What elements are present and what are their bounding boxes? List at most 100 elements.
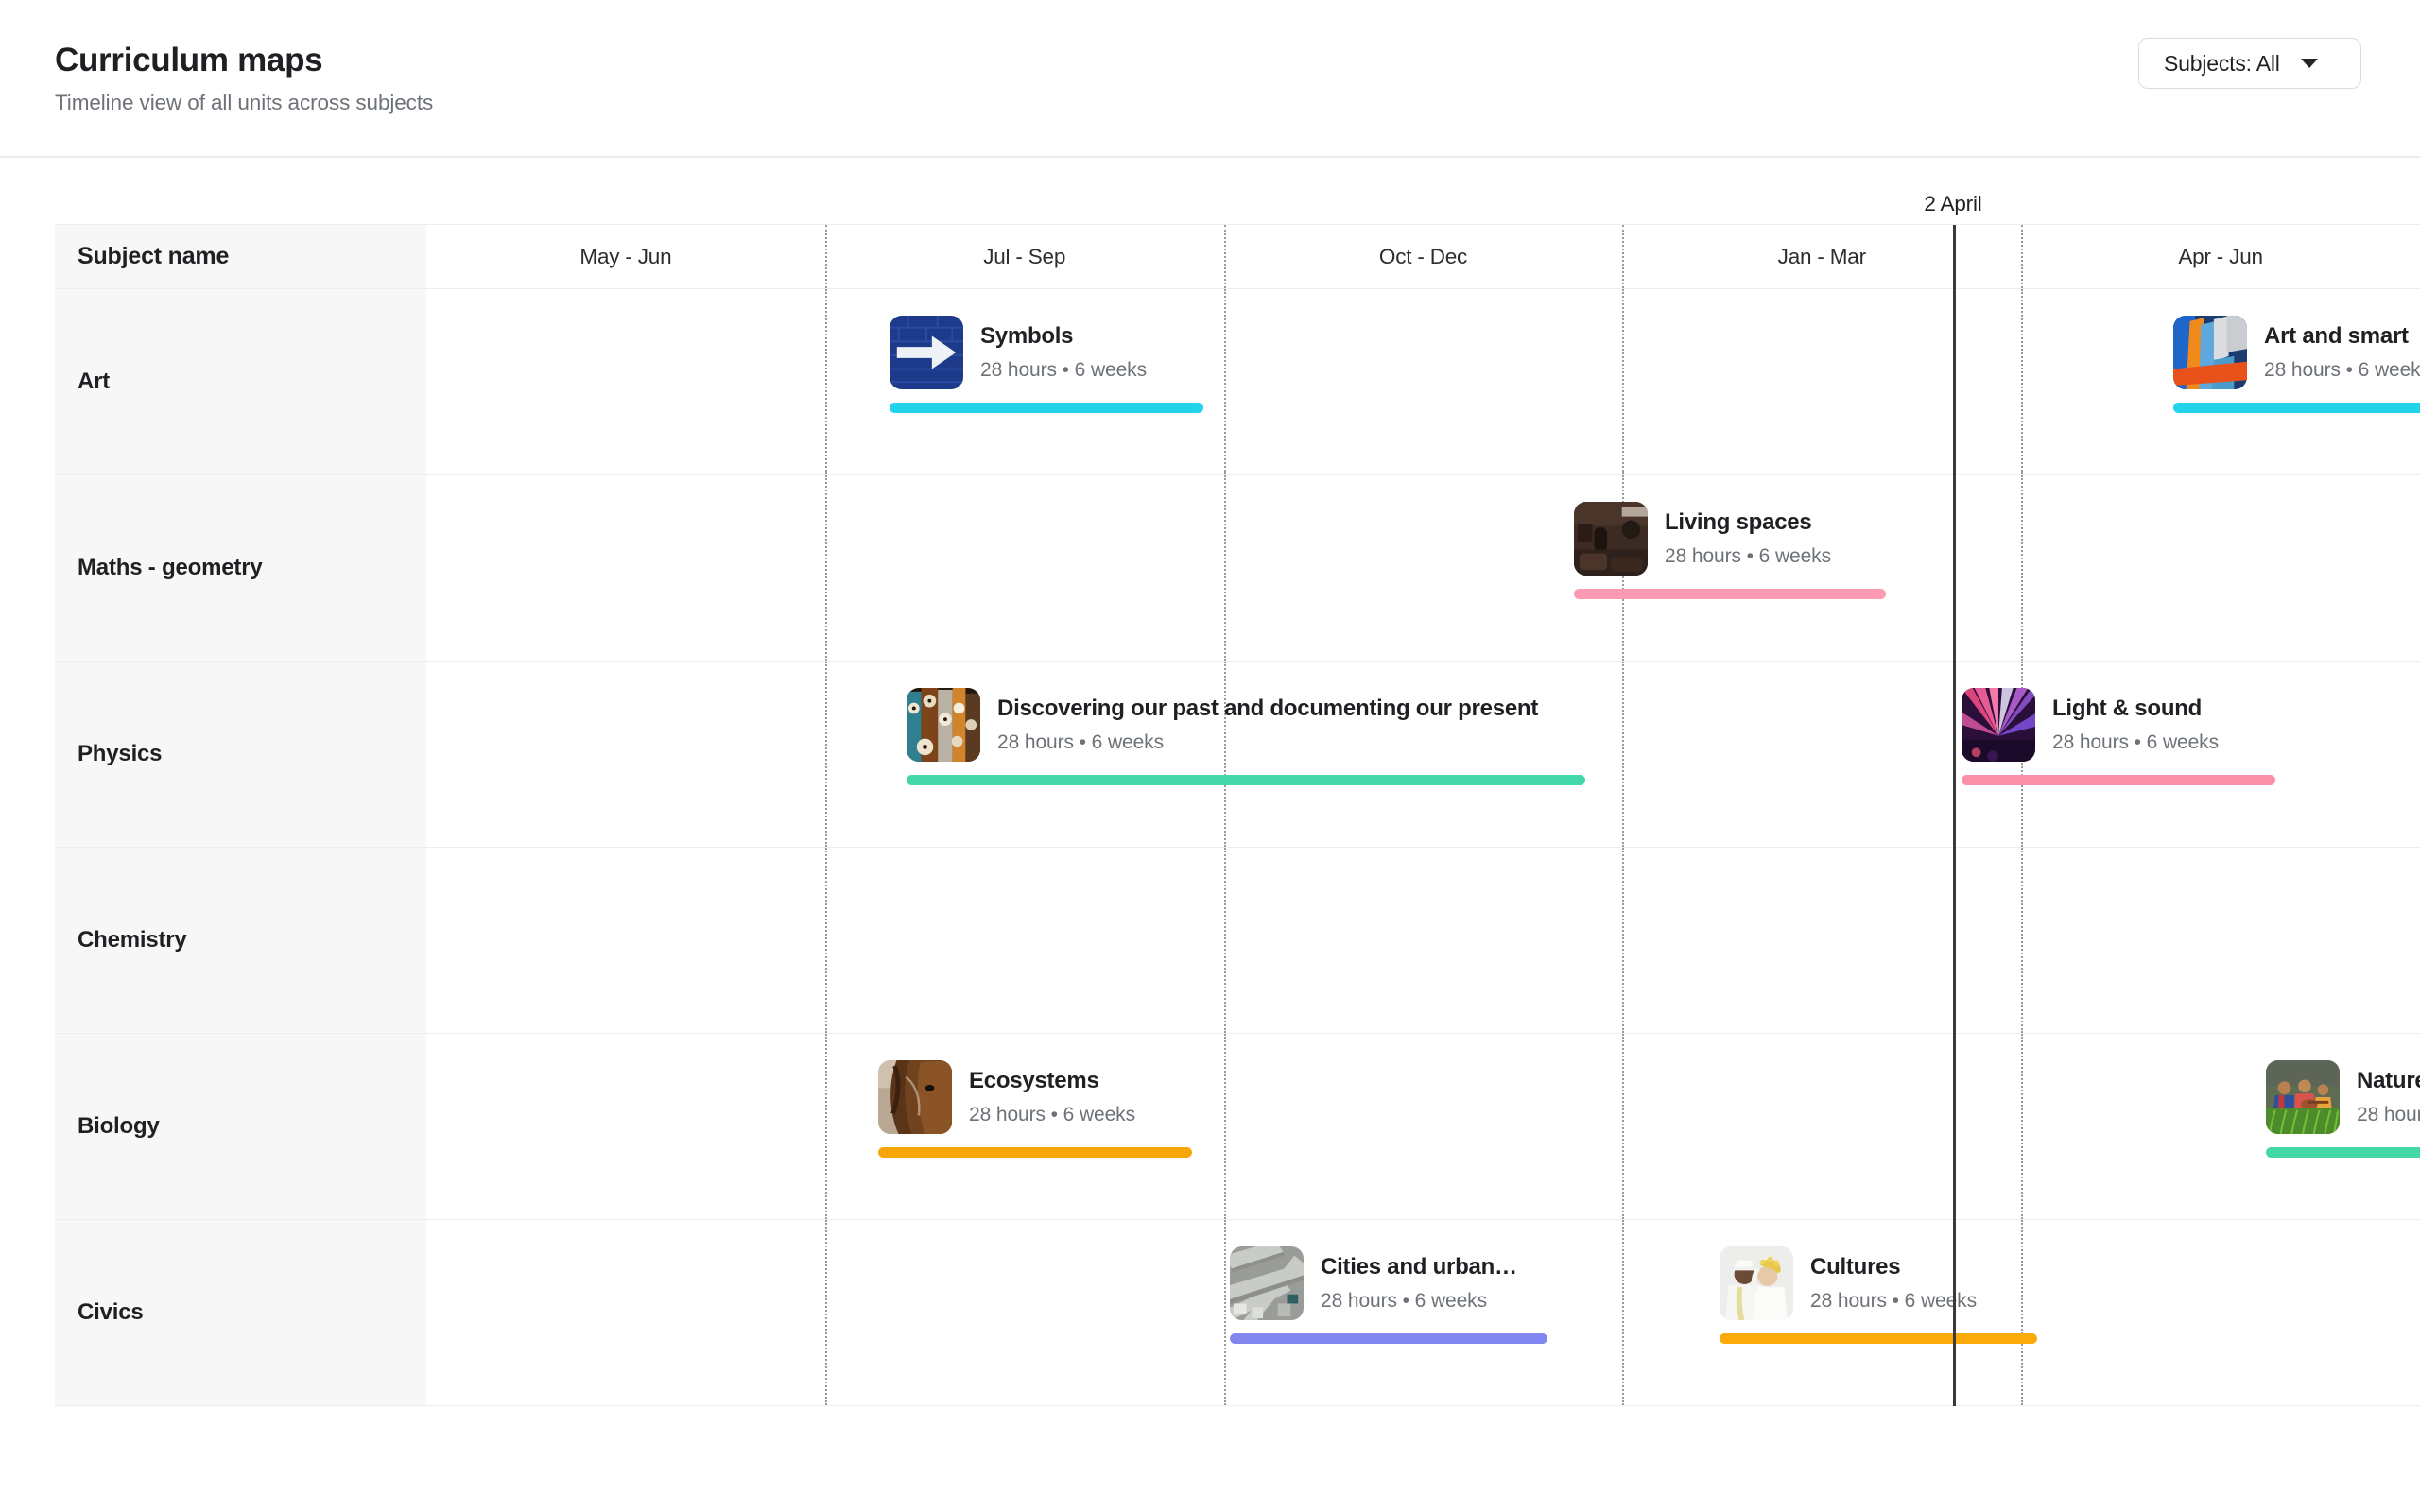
column-divider: [824, 1034, 827, 1219]
unit-text-block: Symbols 28 hours • 6 weeks: [980, 323, 1147, 382]
subject-cell-art[interactable]: Art: [55, 289, 426, 474]
unit-duration-bar: [1720, 1333, 2037, 1344]
unit-meta: 28 hours • 6 weeks: [2052, 730, 2219, 753]
unit-thumbnail-dark-living-room-image: [1574, 502, 1648, 576]
unit-thumbnail-laser-lights-image: [1962, 688, 2035, 762]
column-divider: [1622, 1034, 1625, 1219]
unit-duration-bar: [907, 775, 1585, 785]
timeline-lane: Symbols 28 hours • 6 weeks Art and smart 2…: [426, 289, 2420, 474]
unit-text-block: Discovering our past and documenting our…: [997, 696, 1538, 754]
subject-name-label: Art: [78, 369, 111, 394]
unit-card[interactable]: Cities and urban… 28 hours • 6 weeks: [1230, 1246, 1547, 1344]
table-row: Maths - geometry Living spaces 28 hours •…: [55, 475, 2420, 662]
subject-name-label: Maths - geometry: [78, 555, 263, 580]
unit-thumbnail-children-in-grass-image: [2266, 1060, 2340, 1134]
column-divider: [2021, 289, 2024, 474]
period-header-1: May - Jun: [579, 244, 672, 268]
unit-title: Light & sound: [2052, 696, 2203, 722]
timeline-lane: Discovering our past and documenting our…: [426, 662, 2420, 847]
unit-text-block: Cultures 28 hours • 6 weeks: [1810, 1254, 1977, 1313]
subject-column-header-cell: Subject name: [55, 225, 426, 288]
curriculum-maps-page: Curriculum maps Timeline view of all uni…: [0, 0, 2420, 1512]
unit-card[interactable]: Discovering our past and documenting our…: [907, 688, 1585, 785]
table-row: Biology Ecosystems 28 hours • 6 weeks Na…: [55, 1034, 2420, 1220]
column-divider: [1223, 289, 1226, 474]
subject-cell-chemistry[interactable]: Chemistry: [55, 848, 426, 1033]
unit-card-body: Nature 28 hours • 6 weeks: [2266, 1060, 2420, 1134]
unit-text-block: Nature 28 hours • 6 weeks: [2357, 1068, 2420, 1126]
timeline-header-row: Subject name May - Jun Jul - Sep Oct - Dec J…: [55, 225, 2420, 289]
table-row: Art Symbols 28 hours • 6 weeks Art and sm…: [55, 289, 2420, 475]
column-divider: [2021, 475, 2024, 661]
table-row: Physics Discovering our past and documen…: [55, 662, 2420, 848]
timeline-lane: [426, 848, 2420, 1033]
unit-thumbnail-highway-interchange-image: [1230, 1246, 1304, 1320]
subject-cell-biology[interactable]: Biology: [55, 1034, 426, 1219]
column-divider: [1223, 1034, 1226, 1219]
subjects-filter-dropdown[interactable]: Subjects: All: [2138, 38, 2361, 89]
unit-card[interactable]: Art and smart 28 hours • 6 weeks: [2173, 316, 2420, 413]
table-row: Chemistry: [55, 848, 2420, 1034]
unit-thumbnail-vintage-clocks-image: [907, 688, 980, 762]
column-divider: [1223, 475, 1226, 661]
unit-duration-bar: [1574, 589, 1886, 599]
subject-cell-civics[interactable]: Civics: [55, 1220, 426, 1405]
column-divider: [824, 475, 827, 661]
column-divider: [2021, 225, 2024, 288]
unit-meta: 28 hours • 6 weeks: [2264, 358, 2420, 381]
unit-duration-bar: [2266, 1147, 2420, 1158]
page-header: Curriculum maps Timeline view of all uni…: [0, 0, 2420, 158]
unit-duration-bar: [878, 1147, 1192, 1158]
subject-cell-maths-geometry[interactable]: Maths - geometry: [55, 475, 426, 661]
unit-card[interactable]: Light & sound 28 hours • 6 weeks: [1962, 688, 2275, 785]
column-divider: [1622, 225, 1625, 288]
unit-card[interactable]: Ecosystems 28 hours • 6 weeks: [878, 1060, 1192, 1158]
unit-card-body: Ecosystems 28 hours • 6 weeks: [878, 1060, 1192, 1134]
unit-meta: 28 hours • 6 weeks: [2357, 1103, 2420, 1125]
page-title: Curriculum maps: [55, 42, 323, 78]
unit-card-body: Living spaces 28 hours • 6 weeks: [1574, 502, 1886, 576]
column-divider: [2021, 848, 2024, 1033]
unit-card[interactable]: Nature 28 hours • 6 weeks: [2266, 1060, 2420, 1158]
unit-card-body: Discovering our past and documenting our…: [907, 688, 1585, 762]
unit-card[interactable]: Cultures 28 hours • 6 weeks: [1720, 1246, 2037, 1344]
unit-title: Art and smart: [2264, 323, 2409, 350]
subject-name-label: Civics: [78, 1299, 144, 1325]
subject-cell-physics[interactable]: Physics: [55, 662, 426, 847]
page-subtitle: Timeline view of all units across subjec…: [55, 91, 434, 115]
column-divider: [1622, 662, 1625, 847]
unit-card[interactable]: Symbols 28 hours • 6 weeks: [890, 316, 1203, 413]
period-header-4: Jan - Mar: [1777, 244, 1866, 268]
period-header-5: Apr - Jun: [2178, 244, 2263, 268]
today-marker-label: 2 April: [1924, 192, 1982, 215]
unit-thumbnail-blue-brick-arrow-image: [890, 316, 963, 389]
unit-meta: 28 hours • 6 weeks: [1665, 544, 1831, 567]
column-divider: [2021, 1034, 2024, 1219]
column-divider: [1223, 848, 1226, 1033]
timeline-lane: Living spaces 28 hours • 6 weeks: [426, 475, 2420, 661]
period-header-3: Oct - Dec: [1378, 244, 1468, 268]
subject-name-label: Physics: [78, 741, 163, 766]
unit-card-body: Art and smart 28 hours • 6 weeks: [2173, 316, 2420, 389]
timeline-lane: Ecosystems28 hours • 6 weeks Nature28 ho: [426, 1034, 2420, 1219]
unit-card-body: Cultures 28 hours • 6 weeks: [1720, 1246, 2037, 1320]
unit-title: Symbols: [980, 323, 1074, 350]
subject-name-label: Biology: [78, 1113, 160, 1139]
unit-text-block: Art and smart 28 hours • 6 weeks: [2264, 323, 2420, 382]
column-divider: [824, 662, 827, 847]
table-row: Civics Cities and urban… 28 hours • 6 wee…: [55, 1220, 2420, 1406]
timeline-lane: Cities and urban… 28 hours • 6 weeks Cult…: [426, 1220, 2420, 1405]
column-divider: [1223, 225, 1226, 288]
unit-meta: 28 hours • 6 weeks: [997, 730, 1164, 753]
unit-card-body: Symbols 28 hours • 6 weeks: [890, 316, 1203, 389]
unit-meta: 28 hours • 6 weeks: [980, 358, 1147, 381]
unit-duration-bar: [890, 403, 1203, 413]
unit-title: Nature: [2357, 1068, 2420, 1094]
timeline-table: Subject name May - Jun Jul - Sep Oct - Dec J…: [55, 224, 2420, 1406]
unit-duration-bar: [2173, 403, 2420, 413]
subject-name-label: Chemistry: [78, 927, 187, 953]
unit-title: Living spaces: [1665, 509, 1812, 536]
column-divider: [824, 1220, 827, 1405]
unit-card[interactable]: Living spaces 28 hours • 6 weeks: [1574, 502, 1886, 599]
column-divider: [824, 225, 827, 288]
